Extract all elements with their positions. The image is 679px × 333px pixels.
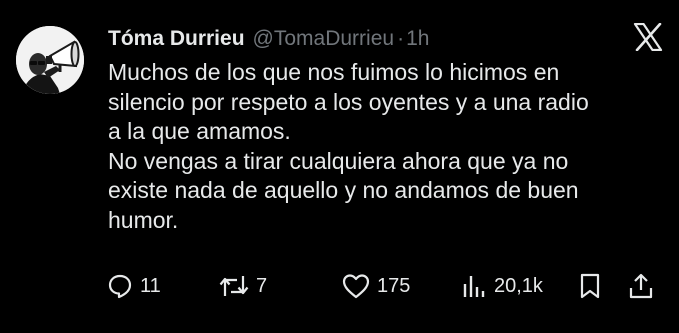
- tweet-header: Tóma Durrieu @TomaDurrieu · 1h: [108, 24, 429, 54]
- like-count: 175: [377, 274, 411, 297]
- timestamp[interactable]: 1h: [406, 27, 429, 51]
- separator-dot: ·: [397, 27, 405, 50]
- tweet-text: Muchos de los que nos fuimos lo hicimos …: [108, 59, 589, 233]
- display-name[interactable]: Tóma Durrieu: [108, 27, 245, 51]
- repost-button[interactable]: 7: [218, 266, 267, 306]
- reply-icon: [106, 272, 134, 300]
- tweet-actions: 11 7 175 20,1k: [0, 266, 679, 306]
- views-count: 20,1k: [494, 274, 543, 297]
- user-handle[interactable]: @TomaDurrieu: [253, 27, 395, 51]
- share-icon: [627, 272, 655, 300]
- reply-count: 11: [140, 274, 161, 297]
- views-icon: [460, 272, 488, 300]
- repost-icon: [218, 272, 250, 300]
- reply-button[interactable]: 11: [106, 266, 161, 306]
- like-button[interactable]: 175: [341, 266, 410, 306]
- x-logo-icon: [633, 22, 663, 52]
- repost-count: 7: [256, 274, 268, 297]
- tweet-card[interactable]: Tóma Durrieu @TomaDurrieu · 1h Muchos de…: [0, 0, 679, 333]
- heart-icon: [341, 272, 371, 300]
- bookmark-icon: [578, 272, 602, 300]
- share-button[interactable]: [627, 266, 655, 306]
- views-button[interactable]: 20,1k: [460, 266, 543, 306]
- avatar[interactable]: [16, 26, 84, 94]
- bookmark-button[interactable]: [578, 266, 602, 306]
